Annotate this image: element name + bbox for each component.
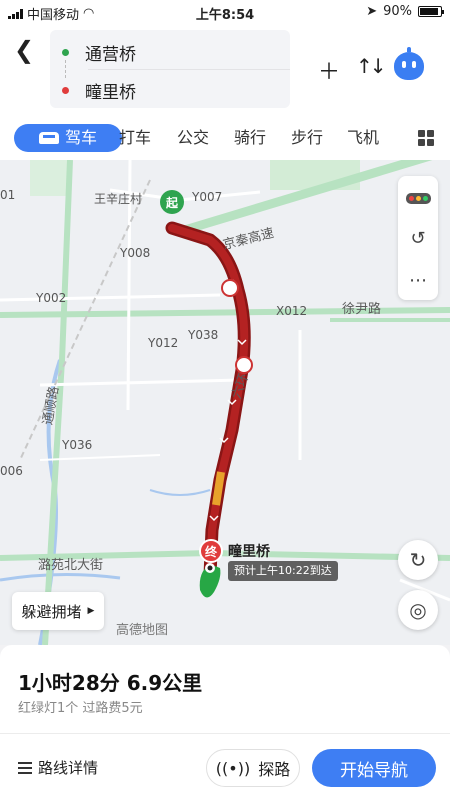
- more-icon[interactable]: ⋯: [398, 260, 438, 300]
- destination-name: 疃里桥: [85, 83, 136, 103]
- back-icon[interactable]: ❮: [14, 36, 34, 64]
- route-details-info: 红绿灯1个 过路费5元: [18, 701, 143, 716]
- start-pin[interactable]: 起: [160, 190, 184, 214]
- divider: [0, 733, 450, 734]
- list-icon: [18, 761, 32, 774]
- map-label-y007: Y007: [192, 190, 223, 204]
- tab-drive[interactable]: 驾车: [14, 124, 122, 152]
- more-modes-icon[interactable]: [418, 130, 434, 146]
- map-label-xuyin: 徐尹路: [342, 302, 382, 317]
- divider: [88, 69, 290, 70]
- origin-row[interactable]: 通营桥: [62, 40, 136, 65]
- map-label-y036: Y036: [62, 438, 93, 452]
- map-view[interactable]: 王辛庄村 Y007 京秦高速 Y008 Y002 X012 徐尹路 Y038 Y…: [0, 160, 450, 645]
- caret-right-icon: ▶: [87, 606, 95, 616]
- tab-transit[interactable]: 公交: [177, 124, 209, 152]
- destination-row[interactable]: 疃里桥: [62, 78, 136, 103]
- route-connector: [65, 60, 66, 78]
- assistant-icon[interactable]: [394, 47, 424, 80]
- route-header: ❮ 通营桥 疃里桥 ＋ ↑↓: [0, 24, 450, 116]
- destination-label: 疃里桥: [228, 544, 270, 560]
- duration-distance[interactable]: 1小时28分 6.9公里: [18, 667, 202, 696]
- tab-walk[interactable]: 步行: [291, 124, 323, 152]
- map-label-edge-01: 01: [0, 188, 16, 202]
- map-label-y038: Y038: [188, 328, 219, 342]
- eta-tag: 预计上午10:22到达: [228, 561, 338, 581]
- origin-name: 通营桥: [85, 45, 136, 65]
- map-label-edge-006: 006: [0, 464, 23, 478]
- tab-taxi[interactable]: 打车: [119, 124, 151, 152]
- mode-tabs: 驾车 打车 公交 骑行 步行 飞机: [0, 116, 450, 160]
- map-label-y012: Y012: [148, 336, 179, 350]
- battery-percent: 90%: [383, 4, 412, 19]
- history-icon[interactable]: ↺: [398, 218, 438, 258]
- end-pin[interactable]: 终: [199, 539, 223, 563]
- battery-icon: [418, 6, 444, 17]
- locate-icon[interactable]: ◎: [398, 590, 438, 630]
- map-label-y002: Y002: [36, 291, 67, 305]
- tab-bike[interactable]: 骑行: [234, 124, 266, 152]
- route-summary-panel: 1小时28分 6.9公里 红绿灯1个 过路费5元 路线详情 ((•)) 探路 开…: [0, 645, 450, 800]
- map-label-y008: Y008: [120, 246, 151, 260]
- swap-icon[interactable]: ↑↓: [356, 54, 386, 78]
- refresh-icon[interactable]: ↻: [398, 540, 438, 580]
- tab-flight[interactable]: 飞机: [347, 124, 379, 152]
- origin-dot-icon: [62, 49, 69, 56]
- map-label-village: 王辛庄村: [94, 192, 143, 206]
- map-logo: 高德地图: [116, 623, 169, 638]
- destination-dot-icon: [62, 87, 69, 94]
- status-bar: 中国移动 ◠ 上午8:54 ➤ 90%: [0, 0, 450, 24]
- start-navigation-button[interactable]: 开始导航: [312, 749, 436, 787]
- add-waypoint-icon[interactable]: ＋: [318, 54, 340, 86]
- map-tools: ↺ ⋯: [398, 176, 438, 300]
- route-detail-button[interactable]: 路线详情: [18, 757, 98, 778]
- explore-button[interactable]: ((•)) 探路: [206, 749, 300, 787]
- car-icon: [38, 132, 59, 144]
- map-label-x012: X012: [276, 304, 308, 318]
- location-icon: ➤: [366, 4, 378, 19]
- signal-broadcast-icon: ((•)): [215, 758, 251, 778]
- map-label-luoyuan: 潞苑北大街: [38, 558, 104, 573]
- route-box: 通营桥 疃里桥: [50, 30, 290, 108]
- traffic-light-icon[interactable]: [398, 178, 438, 218]
- avoid-congestion-button[interactable]: 躲避拥堵 ▶: [12, 592, 104, 630]
